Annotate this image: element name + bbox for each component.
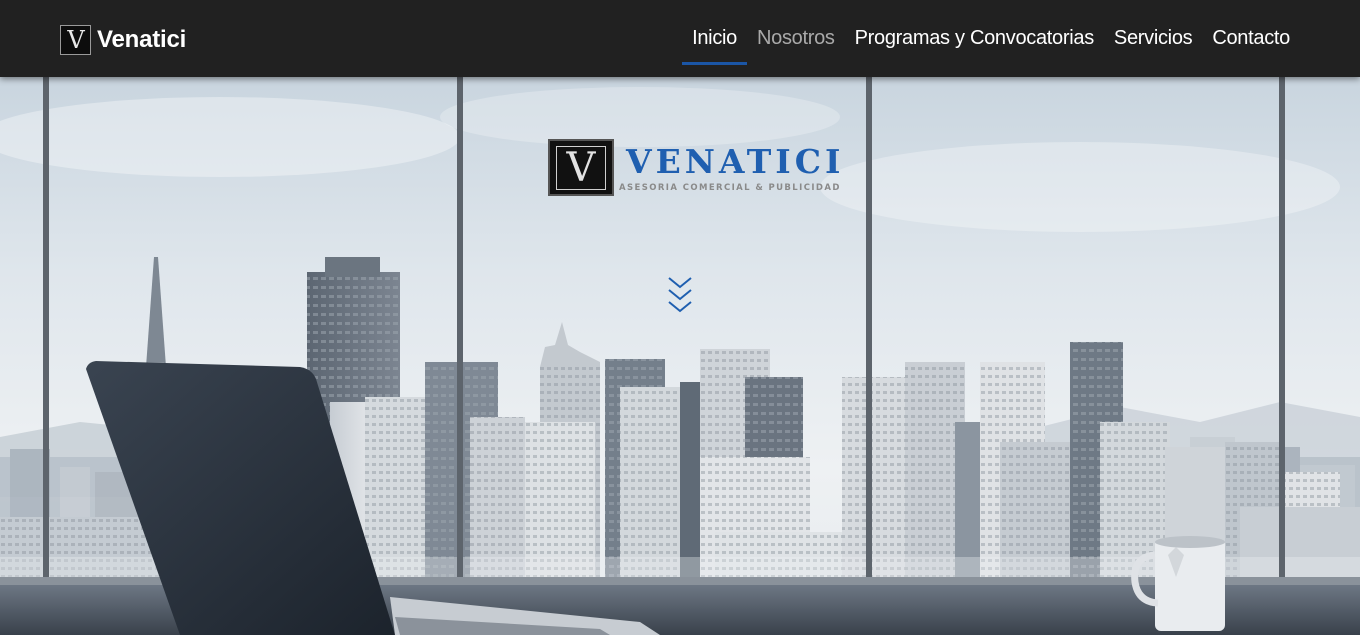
hero-logo-name: VENATICI: [626, 142, 845, 181]
chevrons-down-icon[interactable]: [666, 275, 694, 317]
nav-item-inicio[interactable]: Inicio: [682, 0, 747, 77]
nav-item-contacto[interactable]: Contacto: [1202, 0, 1300, 77]
hero-logo-v-icon: V: [556, 145, 606, 190]
hero-logo-tagline: ASESORIA COMERCIAL & PUBLICIDAD: [619, 183, 841, 193]
brand-link[interactable]: V Venatici: [60, 24, 186, 55]
nav-item-nosotros[interactable]: Nosotros: [747, 0, 845, 77]
nav-item-servicios[interactable]: Servicios: [1104, 0, 1202, 77]
hero-logo-mark: V: [548, 139, 614, 196]
main-nav: Inicio Nosotros Programas y Convocatoria…: [682, 0, 1300, 77]
brand-logo-icon: V: [60, 24, 91, 55]
top-navbar: V Venatici Inicio Nosotros Programas y C…: [0, 0, 1360, 77]
brand-name: Venatici: [97, 25, 187, 53]
nav-item-programas[interactable]: Programas y Convocatorias: [845, 0, 1104, 77]
hero-logo: V VENATICI ASESORIA COMERCIAL & PUBLICID…: [548, 139, 840, 197]
hero-section: V VENATICI ASESORIA COMERCIAL & PUBLICID…: [0, 77, 1360, 635]
